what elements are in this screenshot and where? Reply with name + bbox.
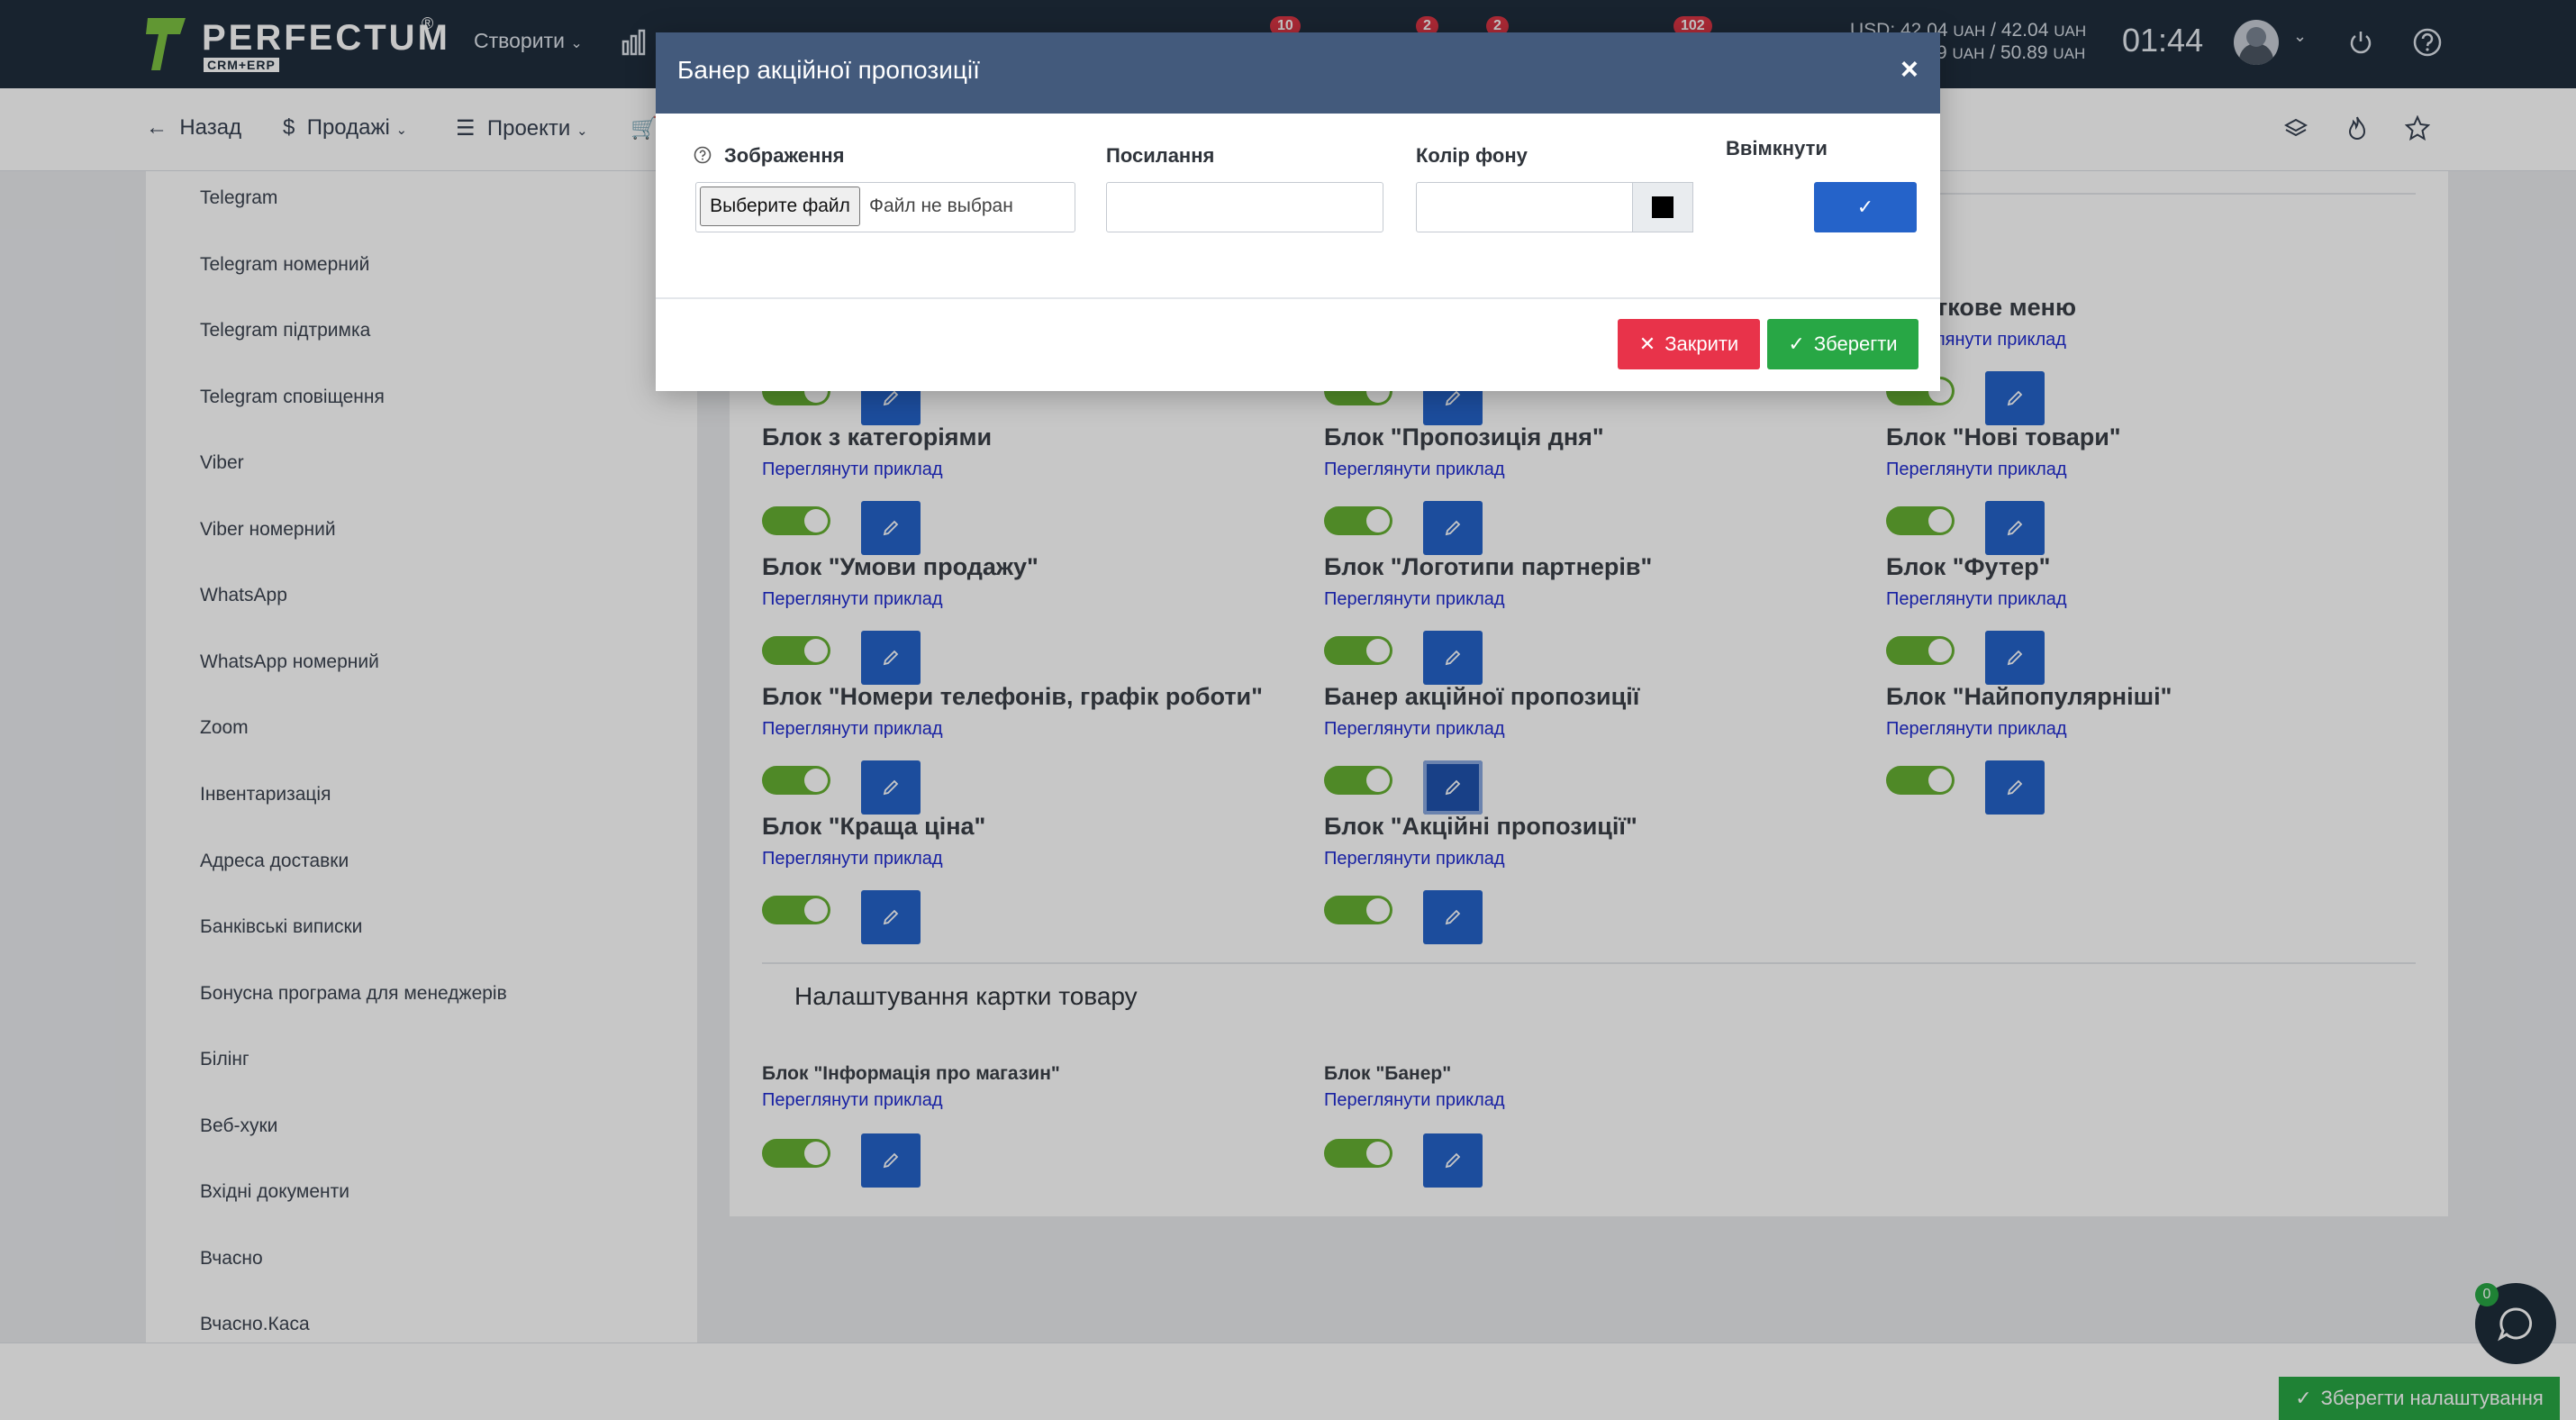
file-status: Файл не выбран bbox=[869, 196, 1013, 216]
color-swatch bbox=[1652, 196, 1673, 218]
choose-file-button[interactable]: Выберите файл bbox=[700, 187, 860, 226]
enable-label: Ввімкнути bbox=[1726, 137, 1828, 159]
link-label: Посилання bbox=[1106, 144, 1215, 167]
x-icon: ✕ bbox=[1638, 332, 1656, 355]
modal-header: Банер акційної пропозиції × bbox=[656, 32, 1940, 114]
image-label: Зображення bbox=[724, 144, 845, 167]
enable-checkbox[interactable]: ✓ bbox=[1814, 182, 1917, 232]
modal-divider bbox=[656, 297, 1940, 299]
modal-close-button[interactable]: ✕ Закрити bbox=[1618, 319, 1760, 369]
help-circle-icon[interactable] bbox=[694, 146, 712, 164]
link-input[interactable] bbox=[1106, 182, 1383, 232]
modal-title: Банер акційної пропозиції bbox=[677, 56, 980, 84]
check-icon: ✓ bbox=[1856, 196, 1874, 218]
close-icon[interactable]: × bbox=[1900, 52, 1918, 87]
color-picker-button[interactable] bbox=[1632, 182, 1693, 232]
bg-color-label: Колір фону bbox=[1416, 144, 1528, 167]
modal-save-button[interactable]: ✓ Зберегти bbox=[1767, 319, 1918, 369]
image-file-input[interactable]: Выберите файл Файл не выбран bbox=[695, 182, 1075, 232]
promo-banner-modal: Банер акційної пропозиції × Зображення В… bbox=[656, 32, 1940, 391]
bg-color-input[interactable] bbox=[1416, 182, 1634, 232]
check-icon: ✓ bbox=[1788, 332, 1805, 355]
